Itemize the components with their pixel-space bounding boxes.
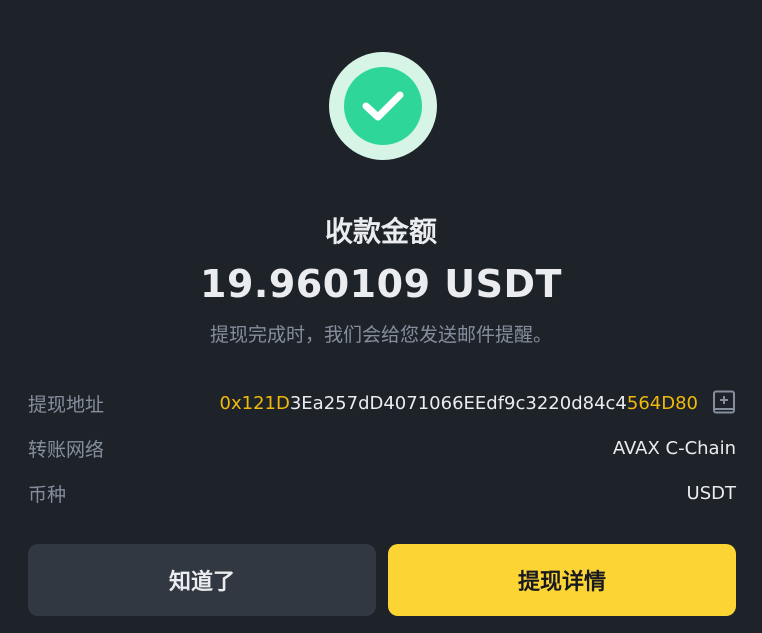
check-icon (362, 91, 404, 121)
address-row: 提现地址 0x121D3Ea257dD4071066EEdf9c3220d84c… (28, 388, 736, 418)
address-text: 0x121D3Ea257dD4071066EEdf9c3220d84c4564D… (220, 393, 698, 414)
success-icon-ring (329, 52, 437, 160)
coin-label: 币种 (28, 483, 67, 506)
network-value: AVAX C-Chain (612, 437, 736, 459)
amount-value: 19.960109 USDT (200, 262, 562, 306)
page-title: 收款金额 (324, 215, 437, 248)
address-book-add-icon[interactable] (712, 390, 736, 416)
email-notice: 提现完成时，我们会给您发送邮件提醒。 (209, 324, 552, 346)
check-circle-icon (344, 67, 422, 145)
withdrawal-details-button[interactable]: 提现详情 (388, 544, 736, 616)
address-suffix: 564D80 (626, 392, 698, 414)
coin-row: 币种 USDT (28, 478, 736, 508)
got-it-button[interactable]: 知道了 (28, 544, 376, 616)
withdrawal-success-dialog: 收款金额 19.960109 USDT 提现完成时，我们会给您发送邮件提醒。 提… (0, 0, 762, 633)
coin-value: USDT (686, 482, 736, 504)
network-label: 转账网络 (28, 438, 105, 461)
address-prefix: 0x121D (219, 392, 290, 414)
network-row: 转账网络 AVAX C-Chain (28, 433, 736, 463)
address-label: 提现地址 (28, 393, 105, 416)
address-middle: 3Ea257dD4071066EEdf9c3220d84c4 (289, 392, 627, 414)
address-value: 0x121D3Ea257dD4071066EEdf9c3220d84c4564D… (220, 390, 736, 416)
